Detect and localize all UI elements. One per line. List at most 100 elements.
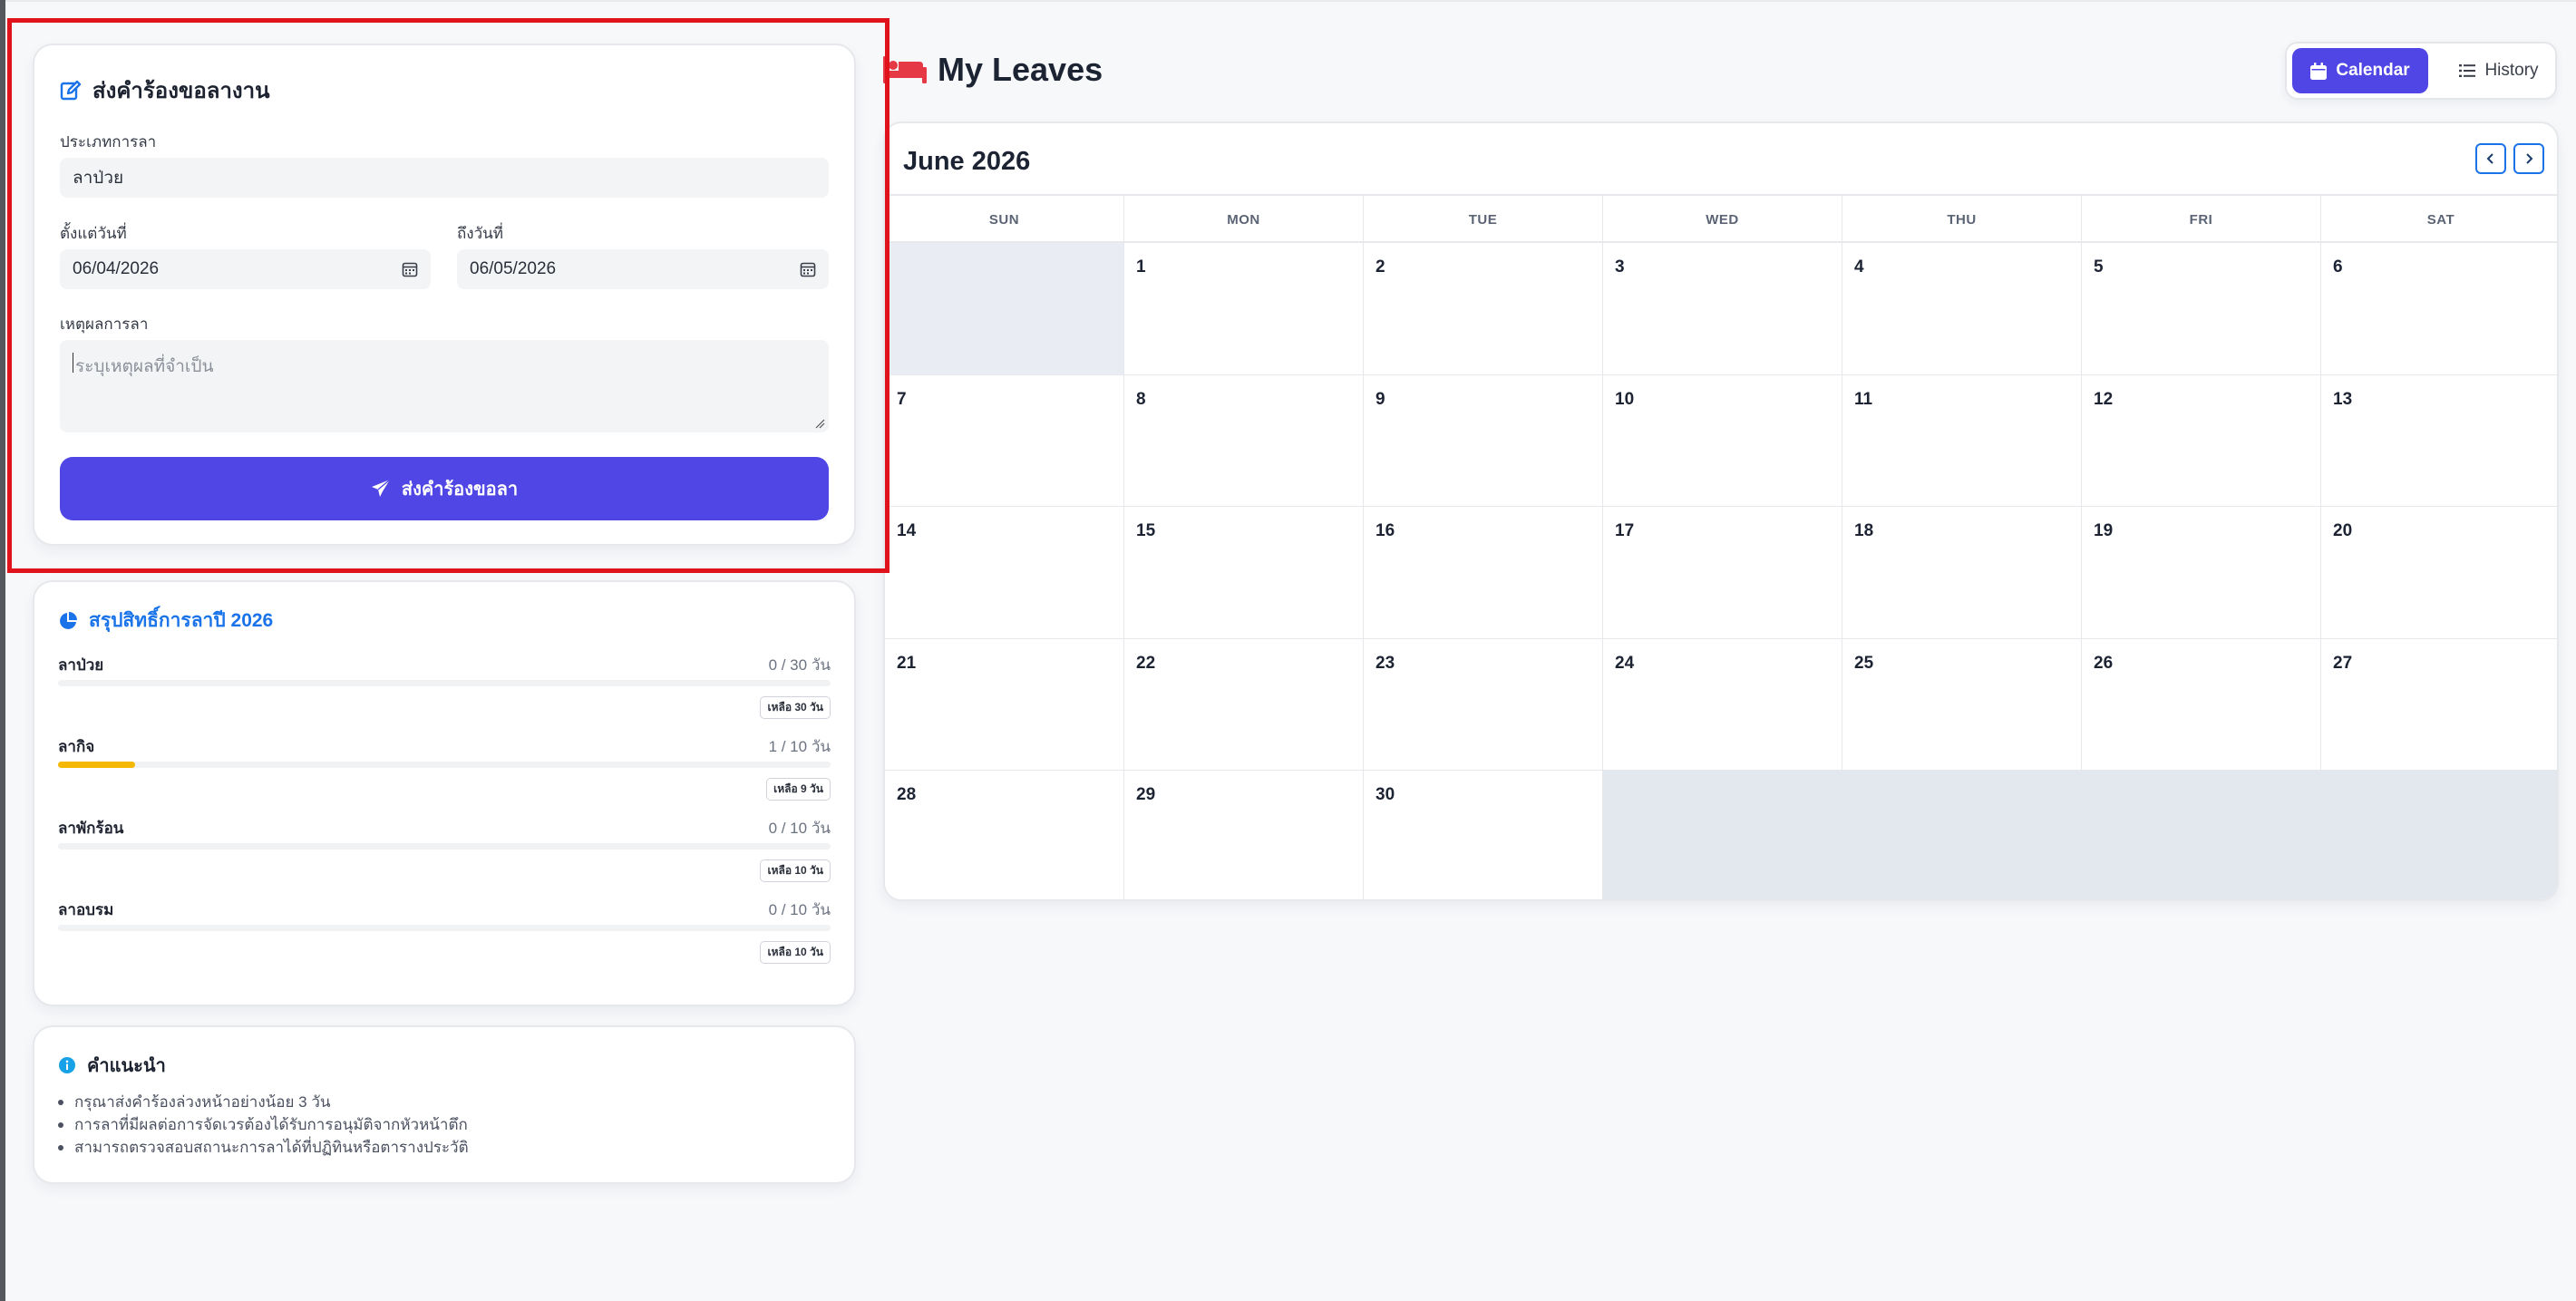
tips-list: กรุณาส่งคำร้องล่วงหน้าอย่างน้อย 3 วัน กา… xyxy=(58,1091,469,1159)
send-icon xyxy=(371,479,391,497)
tips-card: คำแนะนำ กรุณาส่งคำร้องล่วงหน้าอย่างน้อย … xyxy=(33,1025,856,1184)
end-date-input[interactable]: 06/05/2026 xyxy=(457,249,829,289)
weekday-header: SUN xyxy=(885,196,1124,243)
leave-quota-progress xyxy=(58,925,831,931)
calendar-picker-icon[interactable] xyxy=(402,261,418,277)
calendar-day-cell[interactable]: 25 xyxy=(1842,638,2082,772)
calendar-day-number: 17 xyxy=(1615,521,1635,541)
calendar-day-cell[interactable]: 22 xyxy=(1124,638,1364,772)
leave-remaining-badge: เหลือ 30 วัน xyxy=(760,696,831,719)
calendar-day-cell[interactable]: 13 xyxy=(2321,375,2557,508)
submit-leave-label: ส่งคำร้องขอลา xyxy=(401,480,519,500)
tips-title-text: คำแนะนำ xyxy=(87,1056,166,1076)
leave-summary-title-text: สรุปสิทธิ์การลาปี 2026 xyxy=(89,610,274,631)
calendar-day-cell[interactable]: 12 xyxy=(2082,374,2321,508)
next-month-button[interactable] xyxy=(2513,143,2544,174)
calendar-day-cell[interactable]: 24 xyxy=(1603,638,1842,772)
calendar-day-cell[interactable]: 23 xyxy=(1364,638,1603,772)
calendar-day-cell[interactable]: 2 xyxy=(1364,243,1603,375)
leave-request-title-text: ส่งคำร้องขอลางาน xyxy=(92,79,270,103)
calendar-day-cell[interactable]: 27 xyxy=(2321,639,2557,772)
calendar-day-cell[interactable]: 4 xyxy=(1842,243,2082,375)
calendar-day-cell[interactable]: 16 xyxy=(1364,507,1603,639)
calendar-day-number: 7 xyxy=(897,389,907,409)
calendar-card: June 2026 SUN MON TUE WED THU FRI SAT 12345678… xyxy=(883,121,2559,901)
leave-quota-count: 1 / 10 วัน xyxy=(768,738,831,755)
start-date-input[interactable]: 06/04/2026 xyxy=(60,249,431,289)
calendar-day-cell[interactable]: 6 xyxy=(2321,243,2557,375)
leave-quota-progress xyxy=(58,843,831,850)
history-view-label: History xyxy=(2484,61,2539,80)
calendar-day-cell[interactable]: 15 xyxy=(1124,507,1364,639)
weekday-header: FRI xyxy=(2082,196,2321,243)
start-date-label: ตั้งแต่วันที่ xyxy=(60,225,127,242)
calendar-day-cell[interactable]: 19 xyxy=(2082,507,2321,639)
submit-leave-button[interactable]: ส่งคำร้องขอลา xyxy=(60,457,829,520)
calendar-day-cell[interactable]: 10 xyxy=(1603,374,1842,508)
start-date-value: 06/04/2026 xyxy=(73,259,160,278)
calendar-day-cell[interactable]: 3 xyxy=(1603,243,1842,375)
calendar-day-cell[interactable]: 7 xyxy=(885,374,1124,508)
weekday-header: THU xyxy=(1842,196,2082,243)
prev-month-button[interactable] xyxy=(2475,143,2506,174)
calendar-day-number: 14 xyxy=(897,521,917,541)
leave-request-card: ส่งคำร้องขอลางาน ประเภทการลา ลาป่วย ตั้ง… xyxy=(33,44,856,546)
calendar-grid: 1 2 3 4 5 6 7 8 9 10 11 12 13 14 15 16 17 18 19 20 21 22 23 24 2… xyxy=(885,243,2557,899)
calendar-day-number: 19 xyxy=(2094,521,2114,541)
calendar-day-cell[interactable]: 20 xyxy=(2321,507,2557,639)
edit-icon xyxy=(60,80,82,100)
calendar-day-cell[interactable]: 5 xyxy=(2082,243,2321,375)
calendar-day-number: 22 xyxy=(1136,653,1156,673)
tip-item: การลาที่มีผลต่อการจัดเวรต้องได้รับการอนุ… xyxy=(58,1113,469,1136)
calendar-day-cell[interactable]: 18 xyxy=(1842,507,2082,639)
leave-quota-count: 0 / 10 วัน xyxy=(768,901,831,918)
calendar-day-cell[interactable]: 17 xyxy=(1603,507,1842,639)
history-view-button[interactable]: History xyxy=(2443,48,2555,93)
reason-textarea[interactable]: ระบุเหตุผลที่จำเป็น xyxy=(60,340,829,432)
weekday-header: TUE xyxy=(1364,196,1603,243)
calendar-day-number: 2 xyxy=(1375,257,1385,277)
calendar-day-cell[interactable]: 26 xyxy=(2082,638,2321,772)
view-toggle: Calendar History xyxy=(2285,42,2557,100)
calendar-day-cell[interactable]: 21 xyxy=(885,638,1124,772)
calendar-day-cell[interactable]: 1 xyxy=(1124,243,1364,375)
tip-item: สามารถตรวจสอบสถานะการลาได้ที่ปฏิทินหรือต… xyxy=(58,1136,469,1159)
chevron-right-icon xyxy=(2526,153,2533,164)
calendar-view-label: Calendar xyxy=(2336,61,2410,80)
calendar-empty-cell xyxy=(885,243,1124,375)
calendar-day-number: 20 xyxy=(2333,521,2353,541)
weekday-header-row: SUN MON TUE WED THU FRI SAT xyxy=(885,194,2557,243)
calendar-day-number: 29 xyxy=(1136,785,1156,805)
leave-type-select[interactable]: ลาป่วย xyxy=(60,158,829,198)
calendar-day-cell[interactable]: 11 xyxy=(1842,374,2082,508)
leave-quota-name: ลาพักร้อน xyxy=(58,820,124,837)
tip-item: กรุณาส่งคำร้องล่วงหน้าอย่างน้อย 3 วัน xyxy=(58,1091,469,1113)
calendar-day-cell[interactable]: 9 xyxy=(1364,374,1603,508)
bed-icon xyxy=(883,56,927,83)
resize-handle-icon[interactable] xyxy=(814,418,825,429)
calendar-view-button[interactable]: Calendar xyxy=(2292,48,2428,93)
calendar-day-number: 11 xyxy=(1854,389,1873,409)
calendar-day-cell[interactable]: 14 xyxy=(885,507,1124,639)
info-icon xyxy=(59,1057,75,1073)
calendar-day-number: 28 xyxy=(897,785,917,805)
leave-summary-title: สรุปสิทธิ์การลาปี 2026 xyxy=(58,606,273,636)
pie-chart-icon xyxy=(60,611,77,629)
calendar-picker-icon[interactable] xyxy=(800,261,816,277)
reason-placeholder: ระบุเหตุผลที่จำเป็น xyxy=(75,357,214,376)
calendar-day-number: 5 xyxy=(2094,257,2104,277)
leave-quota-name: ลากิจ xyxy=(58,738,95,755)
calendar-day-cell[interactable]: 8 xyxy=(1124,374,1364,508)
calendar-day-number: 16 xyxy=(1375,521,1395,541)
calendar-day-number: 25 xyxy=(1854,653,1874,673)
leave-summary-card: สรุปสิทธิ์การลาปี 2026 ลาป่วย 0 / 30 วัน… xyxy=(33,580,856,1006)
calendar-icon xyxy=(2310,62,2328,80)
calendar-day-cell[interactable]: 29 xyxy=(1124,771,1364,899)
calendar-day-cell[interactable]: 28 xyxy=(885,771,1124,899)
leave-quota-count: 0 / 10 วัน xyxy=(768,820,831,837)
calendar-day-cell[interactable]: 30 xyxy=(1364,771,1603,899)
calendar-day-number: 23 xyxy=(1375,653,1395,673)
leave-type-value: ลาป่วย xyxy=(73,169,124,188)
month-title: June 2026 xyxy=(903,147,1031,176)
leave-quota-progress-fill xyxy=(58,762,136,768)
